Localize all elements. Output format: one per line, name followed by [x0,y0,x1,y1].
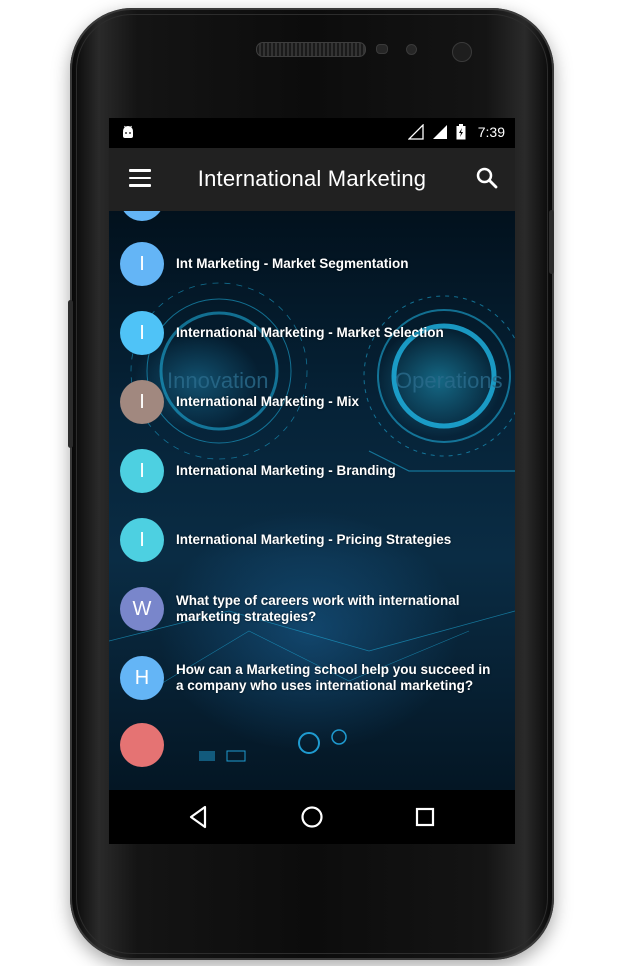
list-item-title: International Marketing - Market Selecti… [176,325,444,340]
background-technology-image: Innovation Operations [109,282,515,762]
list-item-title: How can a Marketing school help you succ… [176,662,491,693]
status-icons: 7:39 [407,124,505,140]
android-icon [123,125,133,138]
list-item-avatar: I [120,449,164,493]
battery-charging-icon [456,124,466,140]
list-item-avatar: W [120,587,164,631]
nav-recents-icon[interactable] [412,804,438,830]
list-item-avatar [120,723,164,767]
nav-back-icon[interactable] [186,804,212,830]
navigation-bar [109,790,515,844]
list-item-title: International Marketing - Mix [176,394,360,409]
list-item[interactable]: W What type of careers work with interna… [109,584,515,634]
status-time: 7:39 [477,124,505,140]
list-item-avatar: I [120,518,164,562]
app-bar: International Marketing [109,148,515,211]
app-title: International Marketing [197,166,427,191]
list-item[interactable]: I Int Marketing - Market Segmentation [109,239,515,289]
list-item-avatar: I [120,242,164,286]
list-item-avatar: I [120,380,164,424]
list-item[interactable] [109,723,515,773]
list-item[interactable]: I International Marketing - Mix [109,377,515,427]
list-item[interactable]: H How can a Marketing school help you su… [109,653,515,703]
list-item-avatar: I [120,311,164,355]
list-item-avatar [120,211,164,221]
power-button [549,210,554,274]
article-list-container[interactable]: Innovation Operations I Int Marketing - … [109,211,515,790]
screen: 7:39 International Marketing Innovation … [109,118,515,790]
list-item[interactable] [109,211,515,227]
list-item-title: International Marketing - Branding [176,463,396,478]
earpiece-speaker [256,42,366,57]
nav-home-icon[interactable] [299,804,325,830]
cell-signal-icon [432,125,447,139]
volume-button [68,300,73,448]
list-item-title: Int Marketing - Market Segmentation [176,256,409,271]
list-item[interactable]: I International Marketing - Market Selec… [109,308,515,358]
status-bar: 7:39 [109,118,515,148]
list-item-avatar: H [120,656,164,700]
proximity-sensor [376,44,388,54]
list-item[interactable]: I International Marketing - Branding [109,446,515,496]
search-icon[interactable] [475,166,499,190]
list-item-title: International Marketing - Pricing Strate… [176,532,452,547]
front-camera [452,42,472,62]
light-sensor [406,44,417,55]
signal-empty-icon [407,124,424,140]
list-item[interactable]: I International Marketing - Pricing Stra… [109,515,515,565]
list-item-title: What type of careers work with internati… [176,593,460,624]
